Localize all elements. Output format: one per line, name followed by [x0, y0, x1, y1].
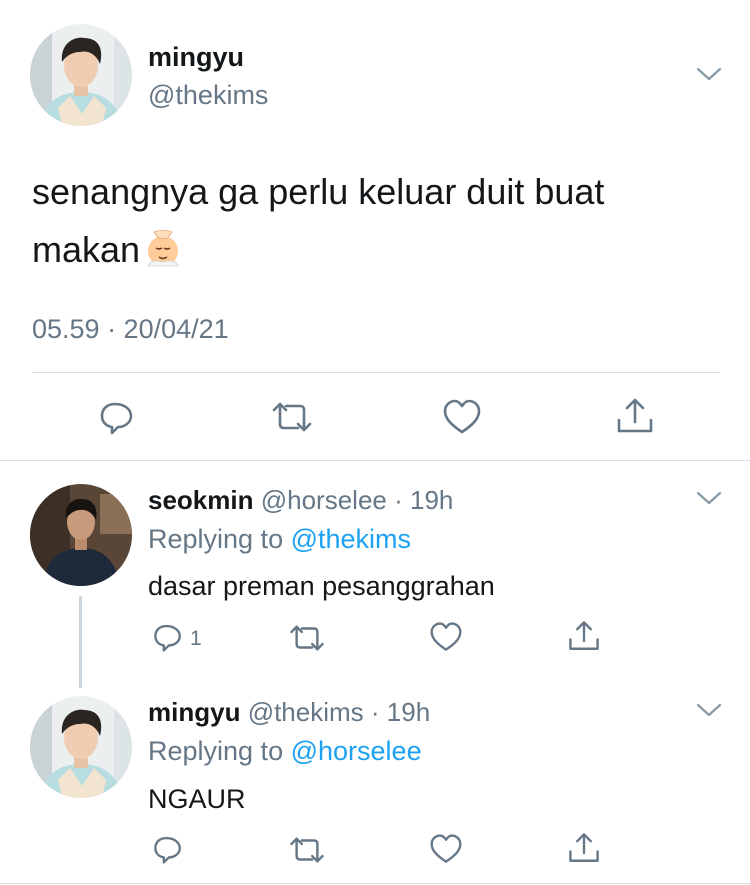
retweet-icon[interactable] [288, 835, 326, 865]
replying-to: Replying to @horselee [148, 736, 422, 767]
like-icon[interactable] [429, 833, 463, 865]
tweet-timestamp: 05.59 · 20/04/21 [32, 314, 229, 344]
reply-icon[interactable] [152, 621, 184, 653]
retweet-icon[interactable] [270, 400, 314, 434]
share-icon[interactable] [567, 831, 601, 865]
replying-to-link[interactable]: @horselee [291, 736, 422, 766]
divider [0, 883, 750, 884]
divider [0, 460, 750, 461]
tweet-text: senangnya ga perlu keluar duit buat maka… [32, 163, 712, 279]
like-icon[interactable] [442, 398, 482, 436]
reply-time: · 19h [394, 485, 454, 515]
face-massage-emoji-icon [142, 228, 184, 270]
tweet-text-content: senangnya ga perlu keluar duit buat maka… [32, 171, 605, 270]
replying-to-label: Replying to [148, 736, 284, 766]
reply-text: NGAUR [148, 784, 246, 814]
reply-author-handle[interactable]: @thekims [248, 697, 364, 727]
reply-time: · 19h [370, 697, 431, 727]
avatar-seokmin[interactable] [30, 484, 132, 586]
replying-to-label: Replying to [148, 524, 284, 554]
like-icon[interactable] [429, 621, 463, 653]
retweet-icon[interactable] [288, 623, 326, 653]
replying-to-link[interactable]: @thekims [291, 524, 411, 554]
replying-to: Replying to @thekims [148, 524, 411, 555]
chevron-down-icon[interactable] [694, 488, 724, 508]
share-icon[interactable] [567, 619, 601, 653]
author-name[interactable]: mingyu [148, 42, 244, 73]
divider [32, 372, 720, 373]
share-icon[interactable] [615, 396, 655, 436]
reply-author-name[interactable]: seokmin [148, 485, 254, 515]
thread-connector-line [79, 596, 82, 688]
reply-icon[interactable] [152, 833, 184, 865]
reply-icon[interactable] [98, 398, 136, 436]
reply-author-name[interactable]: mingyu [148, 697, 240, 727]
chevron-down-icon[interactable] [694, 64, 724, 84]
author-handle[interactable]: @thekims [148, 80, 268, 111]
reply-text: dasar preman pesanggrahan [148, 571, 495, 601]
avatar-mingyu[interactable] [30, 24, 132, 126]
reply-header: seokmin @horselee · 19h [148, 485, 453, 516]
chevron-down-icon[interactable] [694, 700, 724, 720]
reply-header: mingyu @thekims · 19h [148, 697, 430, 728]
reply-count: 1 [190, 627, 202, 650]
avatar-mingyu[interactable] [30, 696, 132, 798]
reply-author-handle[interactable]: @horselee [261, 485, 387, 515]
